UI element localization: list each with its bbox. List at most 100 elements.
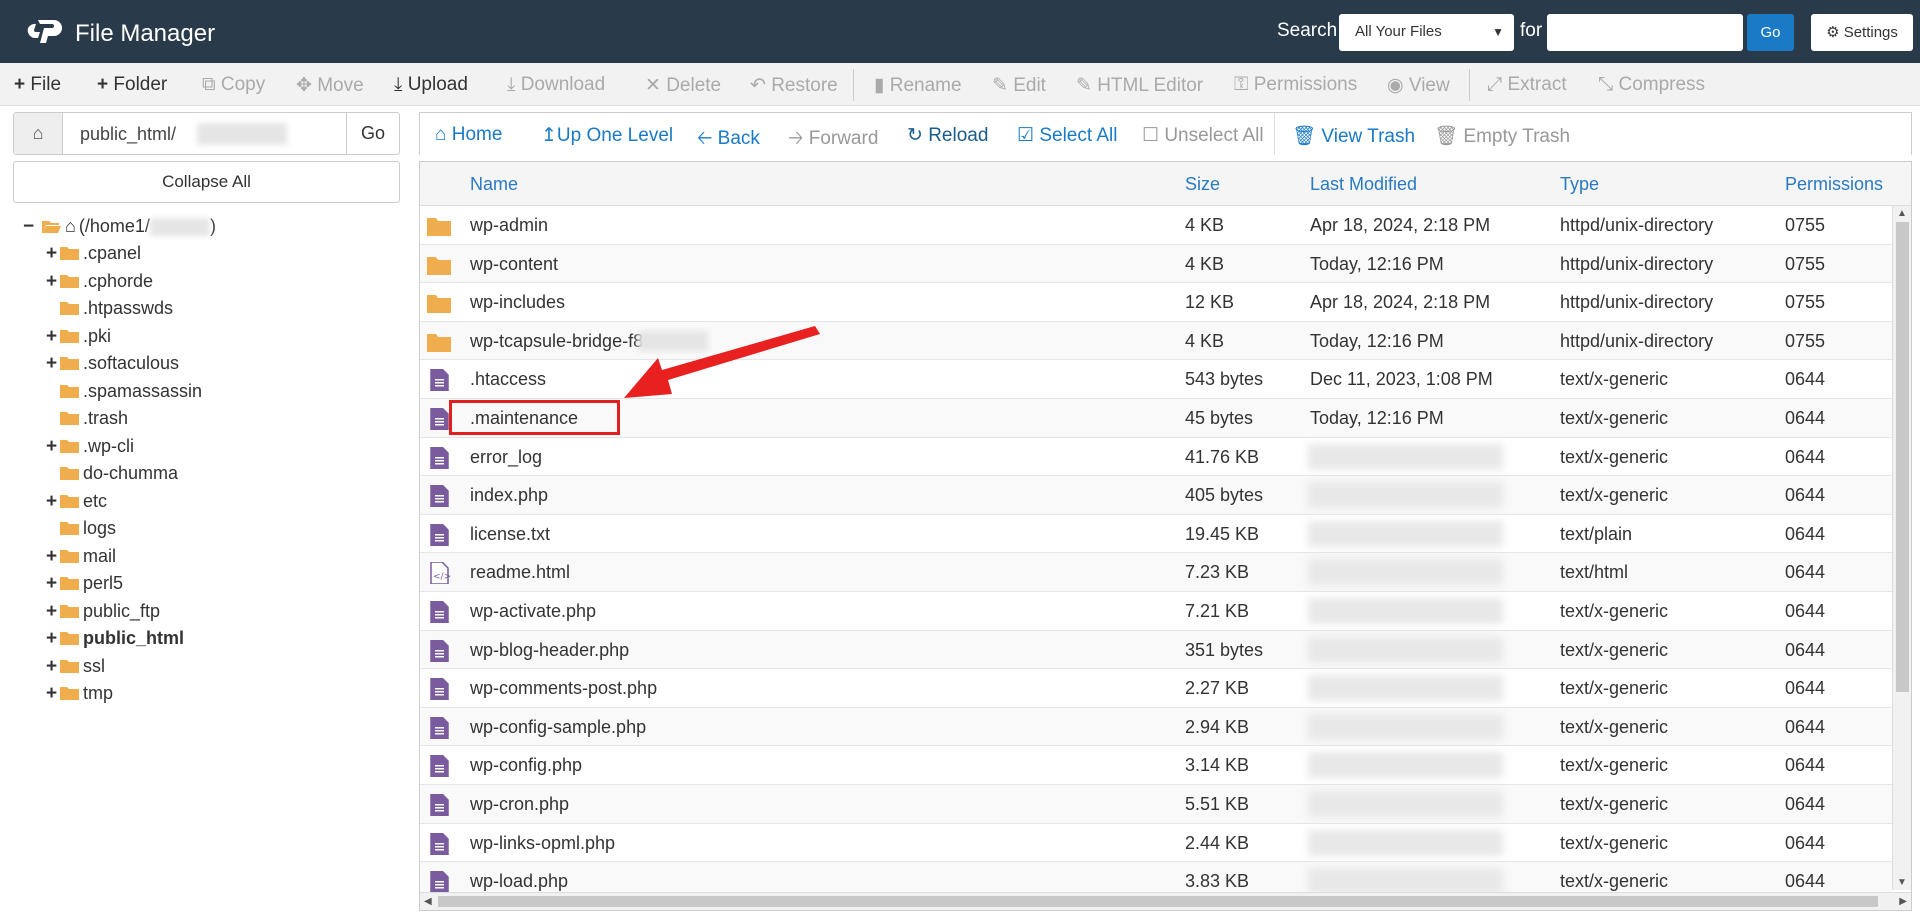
column-last-modified[interactable]: Last Modified [1310,174,1417,195]
empty-trash-button[interactable]: 🗑 Empty Trash [1434,124,1570,148]
restore-button[interactable]: ↶ Restore [750,74,838,97]
file-name[interactable]: wp-config-sample.php [470,717,646,738]
search-input[interactable] [1547,14,1743,51]
horizontal-scroll-thumb[interactable] [438,896,1878,907]
column-permissions[interactable]: Permissions [1785,174,1883,195]
tree-item-folder[interactable]: .spamassassin [46,381,202,405]
tree-item-folder[interactable]: + mail [46,546,116,570]
table-row[interactable]: wp-config.php 3.14 KB text/x-generic 0644 [420,746,1892,785]
tree-root[interactable]: − ⌂ (/home1/) [23,216,216,240]
view-button[interactable]: ◉ View [1387,74,1450,97]
column-name[interactable]: Name [470,174,518,195]
table-row[interactable]: wp-config-sample.php 2.94 KB text/x-generi… [420,707,1892,747]
file-name[interactable]: readme.html [470,562,570,583]
file-name[interactable]: wp-activate.php [470,601,596,622]
table-row[interactable]: index.php 405 bytes text/x-generic 0644 [420,476,1892,515]
table-row[interactable]: wp-comments-post.php 2.27 KB text/x-generi… [420,669,1892,708]
column-size[interactable]: Size [1185,174,1220,195]
upload-button[interactable]: ⤓ Upload [394,74,468,96]
table-row[interactable]: wp-content 4 KB Today, 12:16 PM httpd/unix-… [420,244,1892,284]
file-name[interactable]: wp-content [470,254,558,275]
scroll-left-icon[interactable]: ◀ [424,896,432,907]
file-name[interactable]: .htaccess [470,369,546,390]
expand-icon[interactable]: + [46,628,60,650]
home-icon[interactable]: ⌂ [14,113,63,154]
expand-icon[interactable]: + [46,601,60,623]
download-button[interactable]: ⤓ Download [507,74,605,96]
table-row[interactable]: wp-blog-header.php 351 bytes text/x-generi… [420,630,1892,670]
nav-reload-button[interactable]: ↻ Reload [907,124,988,147]
tree-item-folder[interactable]: + public_html [46,628,184,652]
file-name[interactable]: index.php [470,485,548,506]
edit-button[interactable]: ✎ Edit [992,74,1046,97]
table-row[interactable]: wp-admin 4 KB Apr 18, 2024, 2:18 PM httpd/u… [420,206,1892,245]
expand-icon[interactable]: + [46,546,60,568]
nav-forward-button[interactable]: 🡢 Forward [788,124,878,156]
horizontal-scrollbar[interactable]: ◀ ▶ [420,892,1911,910]
expand-icon[interactable]: + [46,353,60,375]
path-go-button[interactable]: Go [346,113,399,154]
scroll-right-icon[interactable]: ▶ [1899,896,1907,907]
view-trash-button[interactable]: 🗑 View Trash [1292,124,1415,148]
tree-item-folder[interactable]: + .cpanel [46,243,141,267]
expand-icon[interactable]: + [46,243,60,265]
copy-button[interactable]: ⧉ Copy [202,74,265,96]
expand-icon[interactable]: + [46,436,60,458]
table-row[interactable]: wp-includes 12 KB Apr 18, 2024, 2:18 PM htt… [420,283,1892,322]
tree-item-folder[interactable]: .htpasswds [46,298,173,322]
path-input[interactable]: public_html/ [80,124,176,145]
new-file-button[interactable]: + File [14,74,61,96]
html-editor-button[interactable]: ✎ HTML Editor [1076,74,1203,97]
vertical-scrollbar[interactable]: ▲ ▼ [1892,206,1911,890]
table-row[interactable]: </> readme.html 7.23 KB text/html 0644 [420,553,1892,592]
expand-icon[interactable]: + [46,573,60,595]
compress-button[interactable]: ⤡ Compress [1598,74,1705,96]
file-name[interactable]: wp-includes [470,292,565,313]
delete-button[interactable]: ✕ Delete [645,74,721,97]
file-name[interactable]: wp-load.php [470,871,568,892]
permissions-button[interactable]: ⚿ Permissions [1234,74,1357,96]
tree-item-folder[interactable]: + .softaculous [46,353,179,377]
settings-button[interactable]: ⚙ Settings [1811,14,1913,51]
unselect-all-button[interactable]: ☐ Unselect All [1142,124,1264,147]
file-name[interactable]: error_log [470,447,542,468]
table-row[interactable]: license.txt 19.45 KB text/plain 0644 [420,514,1892,554]
file-name[interactable]: license.txt [470,524,550,545]
table-row[interactable]: wp-cron.php 5.51 KB text/x-generic 0644 [420,785,1892,824]
nav-back-button[interactable]: 🡠 Back [697,124,760,156]
scroll-up-icon[interactable]: ▲ [1897,208,1907,219]
search-go-button[interactable]: Go [1747,14,1794,51]
table-row[interactable]: error_log 41.76 KB text/x-generic 0644 [420,437,1892,477]
file-name[interactable]: wp-cron.php [470,794,569,815]
table-row[interactable]: wp-links-opml.php 2.44 KB text/x-generic 06… [420,823,1892,863]
collapse-icon[interactable]: − [23,216,37,238]
file-name[interactable]: wp-links-opml.php [470,833,615,854]
extract-button[interactable]: ⤢ Extract [1487,74,1567,96]
rename-button[interactable]: ▮ Rename [874,74,962,97]
tree-item-folder[interactable]: .trash [46,408,128,432]
expand-icon[interactable]: + [46,326,60,348]
expand-icon[interactable]: + [46,656,60,678]
collapse-all-button[interactable]: Collapse All [13,161,400,203]
column-type[interactable]: Type [1560,174,1599,195]
file-name[interactable]: wp-comments-post.php [470,678,657,699]
tree-item-folder[interactable]: + tmp [46,683,113,707]
table-row[interactable]: wp-activate.php 7.21 KB text/x-generic 0644 [420,592,1892,631]
scroll-down-icon[interactable]: ▼ [1897,877,1907,888]
nav-home-button[interactable]: ⌂ Home [435,124,502,146]
file-name[interactable]: wp-admin [470,215,548,236]
expand-icon[interactable]: + [46,683,60,705]
select-all-button[interactable]: ☑ Select All [1017,124,1117,147]
tree-item-folder[interactable]: + public_ftp [46,601,160,625]
vertical-scroll-thumb[interactable] [1896,222,1909,692]
file-name[interactable]: wp-config.php [470,755,582,776]
search-scope-select[interactable]: All Your Files ▼ [1339,14,1514,51]
tree-item-folder[interactable]: + perl5 [46,573,123,597]
new-folder-button[interactable]: + Folder [97,74,167,96]
expand-icon[interactable]: + [46,271,60,293]
expand-icon[interactable]: + [46,491,60,513]
tree-item-folder[interactable]: + .pki [46,326,111,350]
tree-item-folder[interactable]: + etc [46,491,107,515]
tree-item-folder[interactable]: + .wp-cli [46,436,134,460]
tree-item-folder[interactable]: + .cphorde [46,271,153,295]
